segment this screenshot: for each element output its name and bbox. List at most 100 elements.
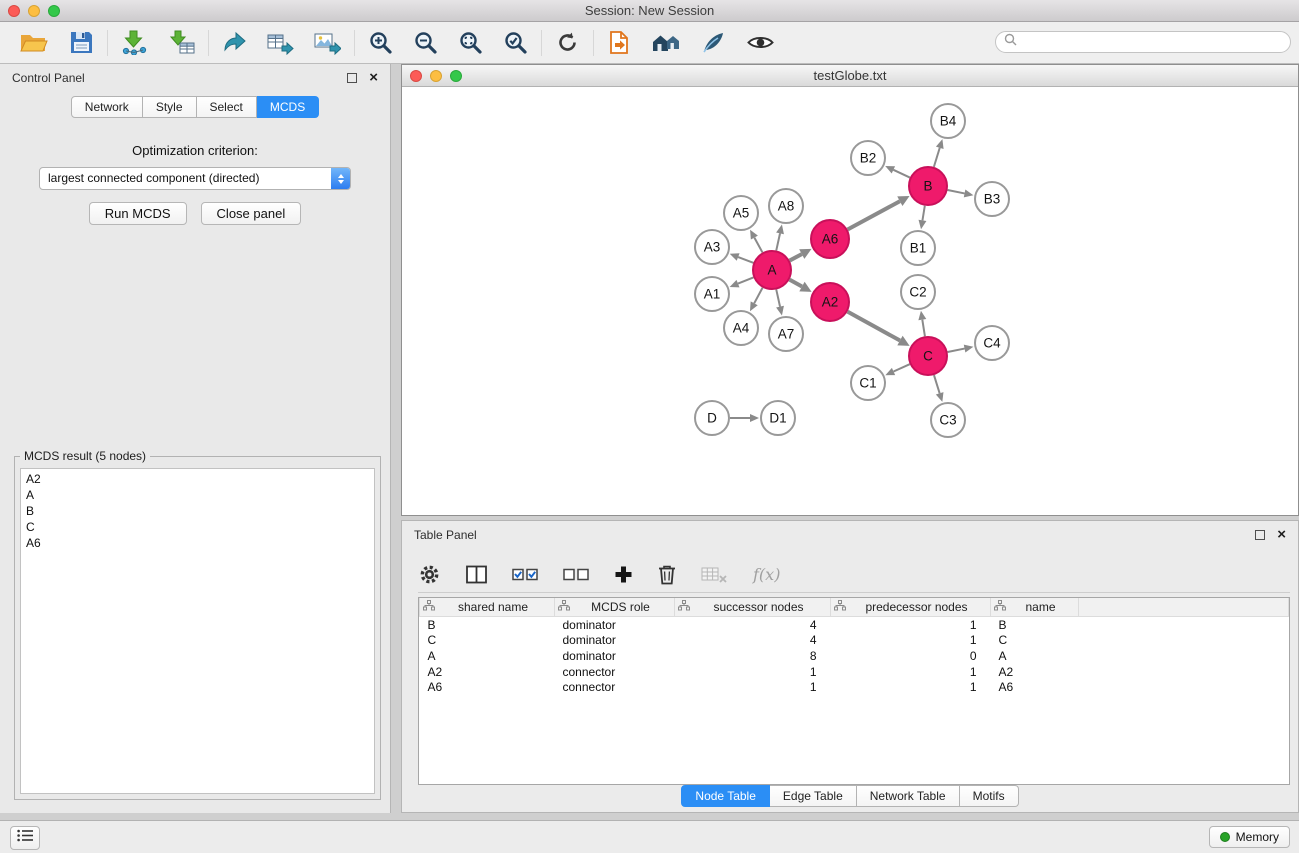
graph-edge-A-A3[interactable]: [730, 253, 754, 263]
select-all-icon[interactable]: [512, 564, 539, 585]
table-tab-edge-table[interactable]: Edge Table: [770, 785, 857, 807]
tab-style[interactable]: Style: [143, 96, 197, 118]
graph-node-C1[interactable]: C1: [851, 366, 885, 400]
table-tab-network-table[interactable]: Network Table: [857, 785, 960, 807]
cell[interactable]: dominator: [555, 617, 675, 633]
import-network-icon[interactable]: [121, 30, 148, 55]
cell[interactable]: 1: [675, 679, 831, 695]
graph-edge-A-A1[interactable]: [730, 277, 754, 287]
graph-edge-B-B1[interactable]: [919, 206, 927, 229]
cell[interactable]: B: [991, 617, 1079, 633]
mcds-result-item-B[interactable]: B: [26, 503, 369, 519]
graph-node-C[interactable]: C: [909, 337, 947, 375]
import-table-icon[interactable]: [168, 30, 195, 55]
cell[interactable]: 1: [831, 679, 991, 695]
table-row-C[interactable]: Cdominator41C: [420, 633, 1289, 649]
zoom-in-icon[interactable]: [368, 30, 393, 55]
mcds-result-item-C[interactable]: C: [26, 519, 369, 535]
column-header-successor-nodes[interactable]: successor nodes: [675, 598, 831, 617]
tab-select[interactable]: Select: [197, 96, 257, 118]
graph-edge-B-B2[interactable]: [885, 166, 910, 178]
deselect-all-icon[interactable]: [563, 564, 590, 585]
graph-edge-A6-B[interactable]: [848, 196, 910, 229]
cell[interactable]: 8: [675, 648, 831, 664]
zoom-selected-icon[interactable]: [503, 30, 528, 55]
table-tab-node-table[interactable]: Node Table: [681, 785, 770, 807]
graph-edge-D-D1[interactable]: [730, 414, 759, 422]
graph-edge-A2-C[interactable]: [848, 312, 910, 346]
search-input[interactable]: [1022, 34, 1282, 50]
graph-node-A7[interactable]: A7: [769, 317, 803, 351]
graph-edge-A-A8[interactable]: [776, 225, 784, 251]
column-header-predecessor-nodes[interactable]: predecessor nodes: [831, 598, 991, 617]
graph-node-A[interactable]: A: [753, 251, 791, 289]
cell[interactable]: 0: [831, 648, 991, 664]
table-row-B[interactable]: Bdominator41B: [420, 617, 1289, 633]
graph-edge-C-C2[interactable]: [918, 311, 926, 336]
graph-node-B2[interactable]: B2: [851, 141, 885, 175]
graph-node-B4[interactable]: B4: [931, 104, 965, 138]
add-icon[interactable]: [614, 565, 633, 584]
column-header-shared-name[interactable]: shared name: [420, 598, 555, 617]
graph-node-A4[interactable]: A4: [724, 311, 758, 345]
mcds-result-item-A6[interactable]: A6: [26, 535, 369, 551]
table-float-panel-icon[interactable]: [1255, 530, 1265, 540]
cell[interactable]: A6: [991, 679, 1079, 695]
cell[interactable]: 1: [675, 664, 831, 680]
graph-edge-A-A2[interactable]: [790, 280, 812, 292]
graph-node-C4[interactable]: C4: [975, 326, 1009, 360]
cell[interactable]: A: [420, 648, 555, 664]
table-tab-motifs[interactable]: Motifs: [960, 785, 1019, 807]
mcds-result-list[interactable]: A2ABCA6: [20, 468, 375, 794]
cell[interactable]: A: [991, 648, 1079, 664]
graph-node-B[interactable]: B: [909, 167, 947, 205]
export-image-icon[interactable]: [314, 30, 341, 55]
graph-edge-A-A7[interactable]: [776, 290, 784, 316]
cell[interactable]: dominator: [555, 648, 675, 664]
zoom-fit-icon[interactable]: [458, 30, 483, 55]
graph-node-A1[interactable]: A1: [695, 277, 729, 311]
memory-button[interactable]: Memory: [1209, 826, 1290, 848]
optimization-criterion-select[interactable]: largest connected component (directed): [39, 167, 351, 190]
trash-icon[interactable]: [657, 563, 677, 585]
table-row-A[interactable]: Adominator80A: [420, 648, 1289, 664]
cell[interactable]: B: [420, 617, 555, 633]
column-header-mcds-role[interactable]: MCDS role: [555, 598, 675, 617]
graph-node-D[interactable]: D: [695, 401, 729, 435]
cell[interactable]: A2: [991, 664, 1079, 680]
table-row-A2[interactable]: A2connector11A2: [420, 664, 1289, 680]
home-icon[interactable]: [651, 30, 681, 55]
save-session-icon[interactable]: [69, 30, 94, 55]
help-icon[interactable]: [701, 30, 726, 55]
tab-network[interactable]: Network: [71, 96, 143, 118]
close-panel-button[interactable]: Close panel: [201, 202, 302, 225]
zoom-out-icon[interactable]: [413, 30, 438, 55]
export-table-icon[interactable]: [267, 30, 294, 55]
graph-edge-B-B3[interactable]: [948, 190, 974, 198]
gear-icon[interactable]: [418, 563, 441, 586]
graph-edge-A-A5[interactable]: [750, 230, 762, 253]
column-icon[interactable]: [465, 563, 488, 586]
graph-node-A5[interactable]: A5: [724, 196, 758, 230]
graph-node-B3[interactable]: B3: [975, 182, 1009, 216]
show-graphics-details-icon[interactable]: [746, 30, 775, 55]
cell[interactable]: dominator: [555, 633, 675, 649]
graph-edge-A-A4[interactable]: [750, 288, 763, 312]
cell[interactable]: connector: [555, 664, 675, 680]
cell[interactable]: 4: [675, 617, 831, 633]
mcds-result-item-A2[interactable]: A2: [26, 471, 369, 487]
graph-node-A8[interactable]: A8: [769, 189, 803, 223]
cell[interactable]: A6: [420, 679, 555, 695]
tab-mcds[interactable]: MCDS: [257, 96, 319, 118]
cell[interactable]: A2: [420, 664, 555, 680]
cell[interactable]: 4: [675, 633, 831, 649]
cell[interactable]: connector: [555, 679, 675, 695]
graph-node-D1[interactable]: D1: [761, 401, 795, 435]
search-field[interactable]: [995, 31, 1291, 53]
run-mcds-button[interactable]: Run MCDS: [89, 202, 187, 225]
destroy-table-icon[interactable]: [701, 564, 727, 585]
panel-menu-button[interactable]: [10, 826, 40, 850]
graph-node-C3[interactable]: C3: [931, 403, 965, 437]
graph-edge-C-C3[interactable]: [934, 375, 944, 402]
export-document-icon[interactable]: [607, 30, 631, 55]
